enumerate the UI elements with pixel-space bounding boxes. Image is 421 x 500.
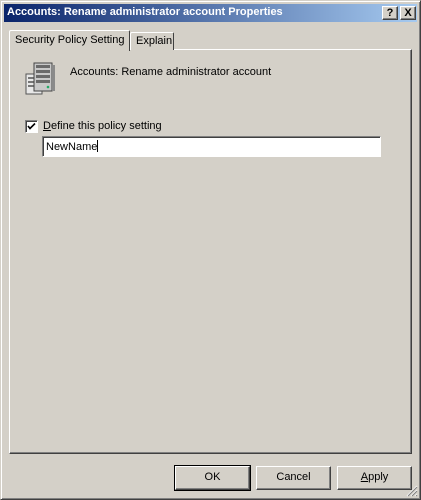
checkmark-icon bbox=[27, 122, 36, 130]
close-icon: X bbox=[404, 7, 412, 19]
tab-security-policy-setting[interactable]: Security Policy Setting bbox=[9, 30, 130, 51]
text-caret bbox=[97, 140, 99, 152]
apply-button[interactable]: Apply bbox=[337, 466, 412, 490]
account-name-input[interactable]: NewName bbox=[42, 136, 381, 157]
cancel-button[interactable]: Cancel bbox=[256, 466, 331, 490]
close-button[interactable]: X bbox=[400, 6, 416, 20]
define-policy-checkbox[interactable] bbox=[25, 120, 38, 133]
define-policy-label-text: efine this policy setting bbox=[50, 120, 162, 132]
tab-panel: Accounts: Rename administrator account D… bbox=[9, 49, 412, 454]
help-icon: ? bbox=[386, 7, 394, 19]
server-policy-icon bbox=[24, 60, 58, 96]
help-button[interactable]: ? bbox=[382, 6, 398, 20]
account-name-value: NewName bbox=[46, 141, 98, 153]
window-title: Accounts: Rename administrator account P… bbox=[7, 6, 283, 18]
define-policy-label[interactable]: Define this policy setting bbox=[43, 120, 162, 132]
apply-label-text: pply bbox=[368, 471, 389, 483]
define-policy-accel: D bbox=[43, 120, 51, 132]
title-bar[interactable]: Accounts: Rename administrator account P… bbox=[4, 4, 417, 22]
tab-explain[interactable]: Explain bbox=[130, 32, 174, 50]
resize-grip-icon[interactable] bbox=[406, 485, 418, 497]
ok-button[interactable]: OK bbox=[174, 465, 251, 491]
policy-name: Accounts: Rename administrator account bbox=[70, 66, 272, 78]
apply-accel: A bbox=[360, 471, 369, 483]
